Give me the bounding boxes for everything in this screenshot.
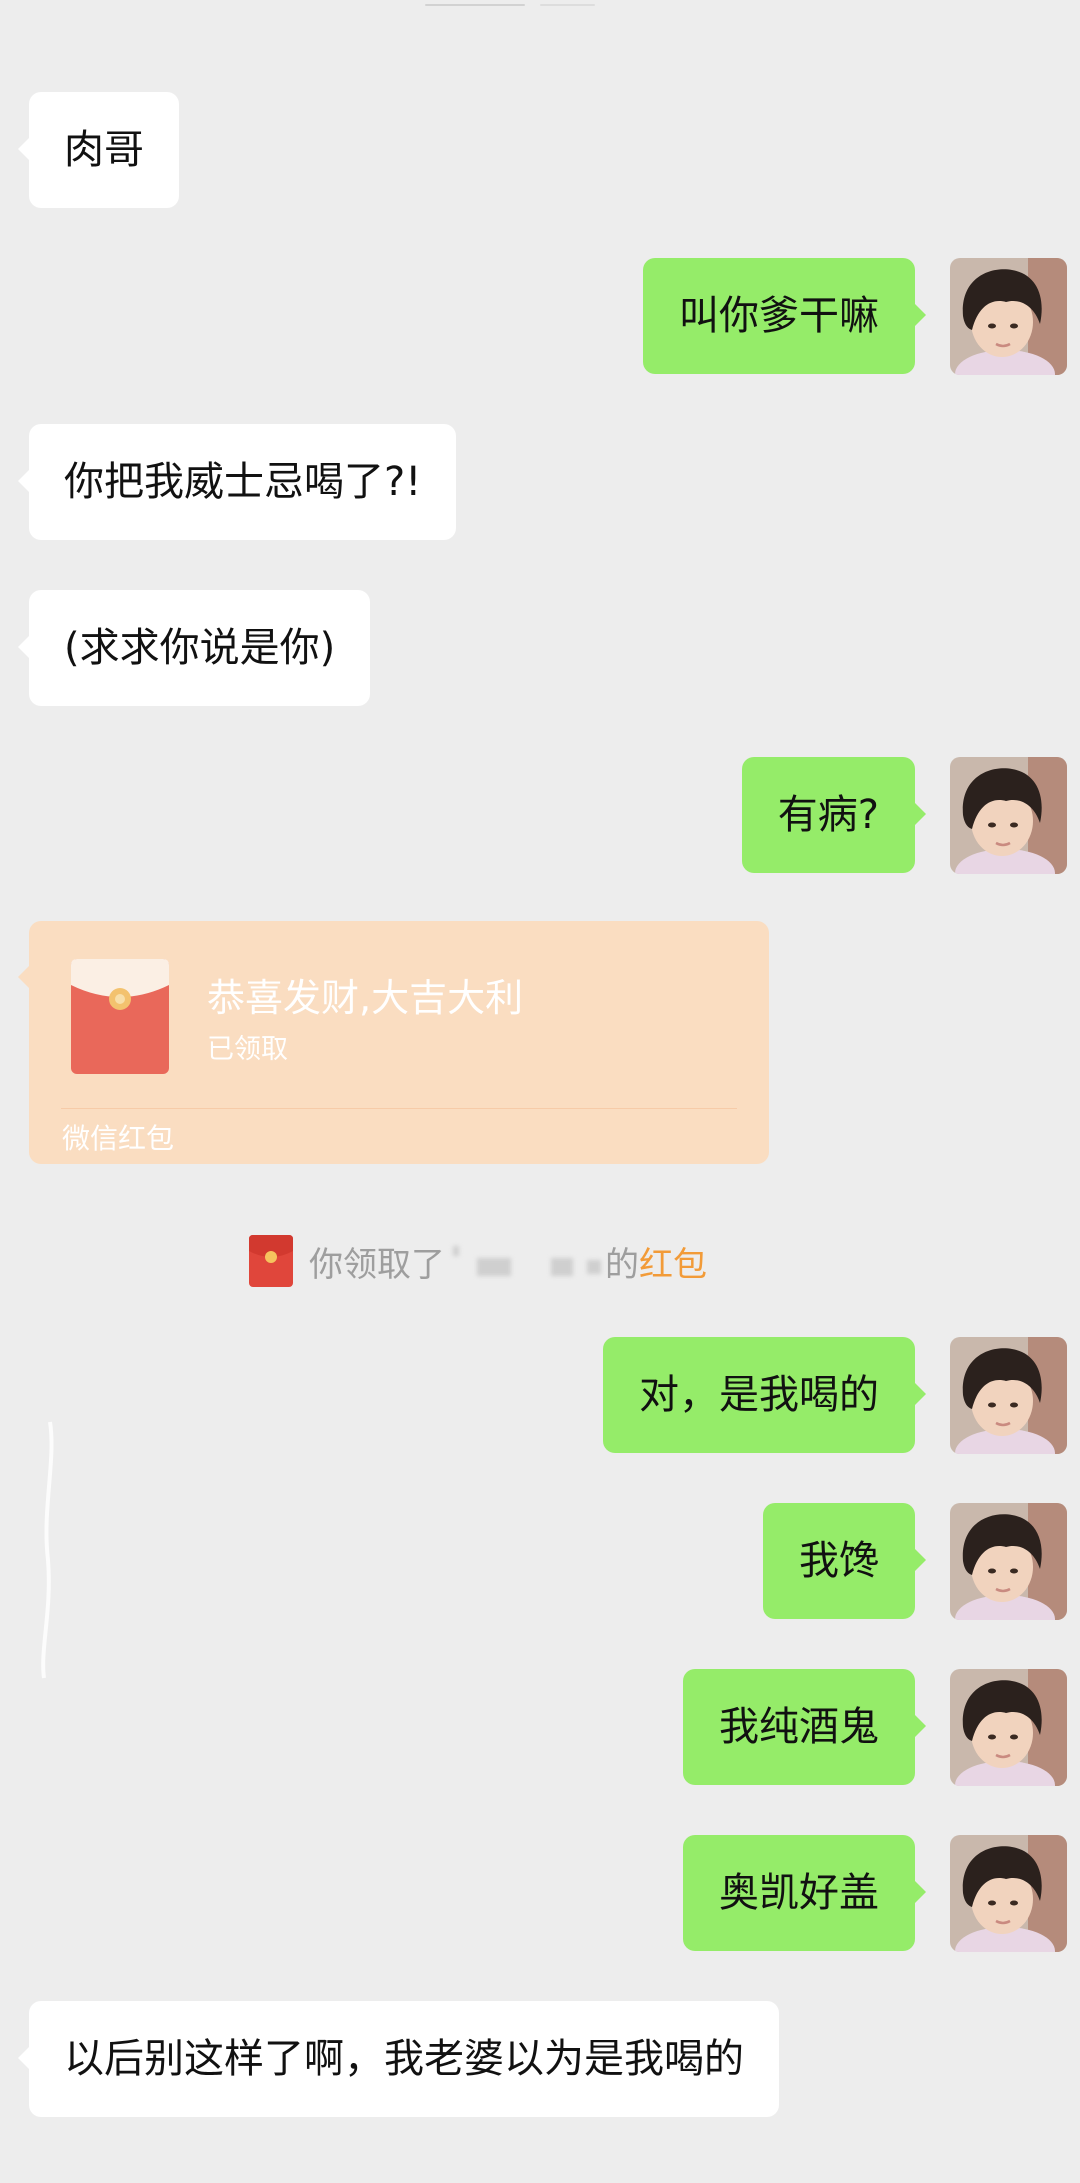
user-avatar[interactable] [950,1669,1067,1786]
system-notice: 你领取了 的 红包 [249,1235,707,1287]
user-avatar[interactable] [950,258,1067,375]
message-bubble-outgoing[interactable]: 有病? [741,757,927,873]
message-bubble-outgoing[interactable]: 叫你爹干嘛 [643,258,926,374]
redacted-sender-name [447,1244,603,1278]
user-avatar[interactable] [950,1337,1067,1454]
red-packet-brand: 微信红包 [62,1122,175,1155]
chat-message-list[interactable]: 肉哥 叫你爹干嘛 你把我威士忌喝了?! (求求你说是你) 有病? 恭喜发财,大吉… [0,0,1080,2183]
red-packet-link[interactable]: 红包 [639,1237,707,1286]
message-bubble-outgoing[interactable]: 奥凯好盖 [683,1835,926,1951]
red-envelope-icon [71,959,169,1074]
message-bubble-incoming[interactable]: 以后别这样了啊，我老婆以为是我喝的 [18,2001,779,2117]
user-avatar[interactable] [950,757,1067,874]
system-notice-suffix: 的 [605,1244,639,1285]
user-avatar[interactable] [950,1835,1067,1952]
divider [61,1108,737,1109]
screen-smudge [41,1421,54,1679]
message-bubble-incoming[interactable]: (求求你说是你) [17,590,371,706]
message-bubble-outgoing[interactable]: 我纯酒鬼 [683,1669,926,1785]
red-packet-status: 已领取 [207,1034,288,1065]
system-notice-prefix: 你领取了 [309,1244,445,1285]
red-packet-title: 恭喜发财,大吉大利 [207,976,524,1020]
message-bubble-outgoing[interactable]: 对，是我喝的 [603,1337,926,1453]
message-bubble-outgoing[interactable]: 我馋 [763,1503,926,1619]
red-envelope-icon [249,1235,293,1287]
user-avatar[interactable] [950,1503,1067,1620]
red-packet-card[interactable]: 恭喜发财,大吉大利 已领取 微信红包 [18,921,769,1164]
message-bubble-incoming[interactable]: 肉哥 [18,92,179,208]
message-bubble-incoming[interactable]: 你把我威士忌喝了?! [17,424,457,540]
